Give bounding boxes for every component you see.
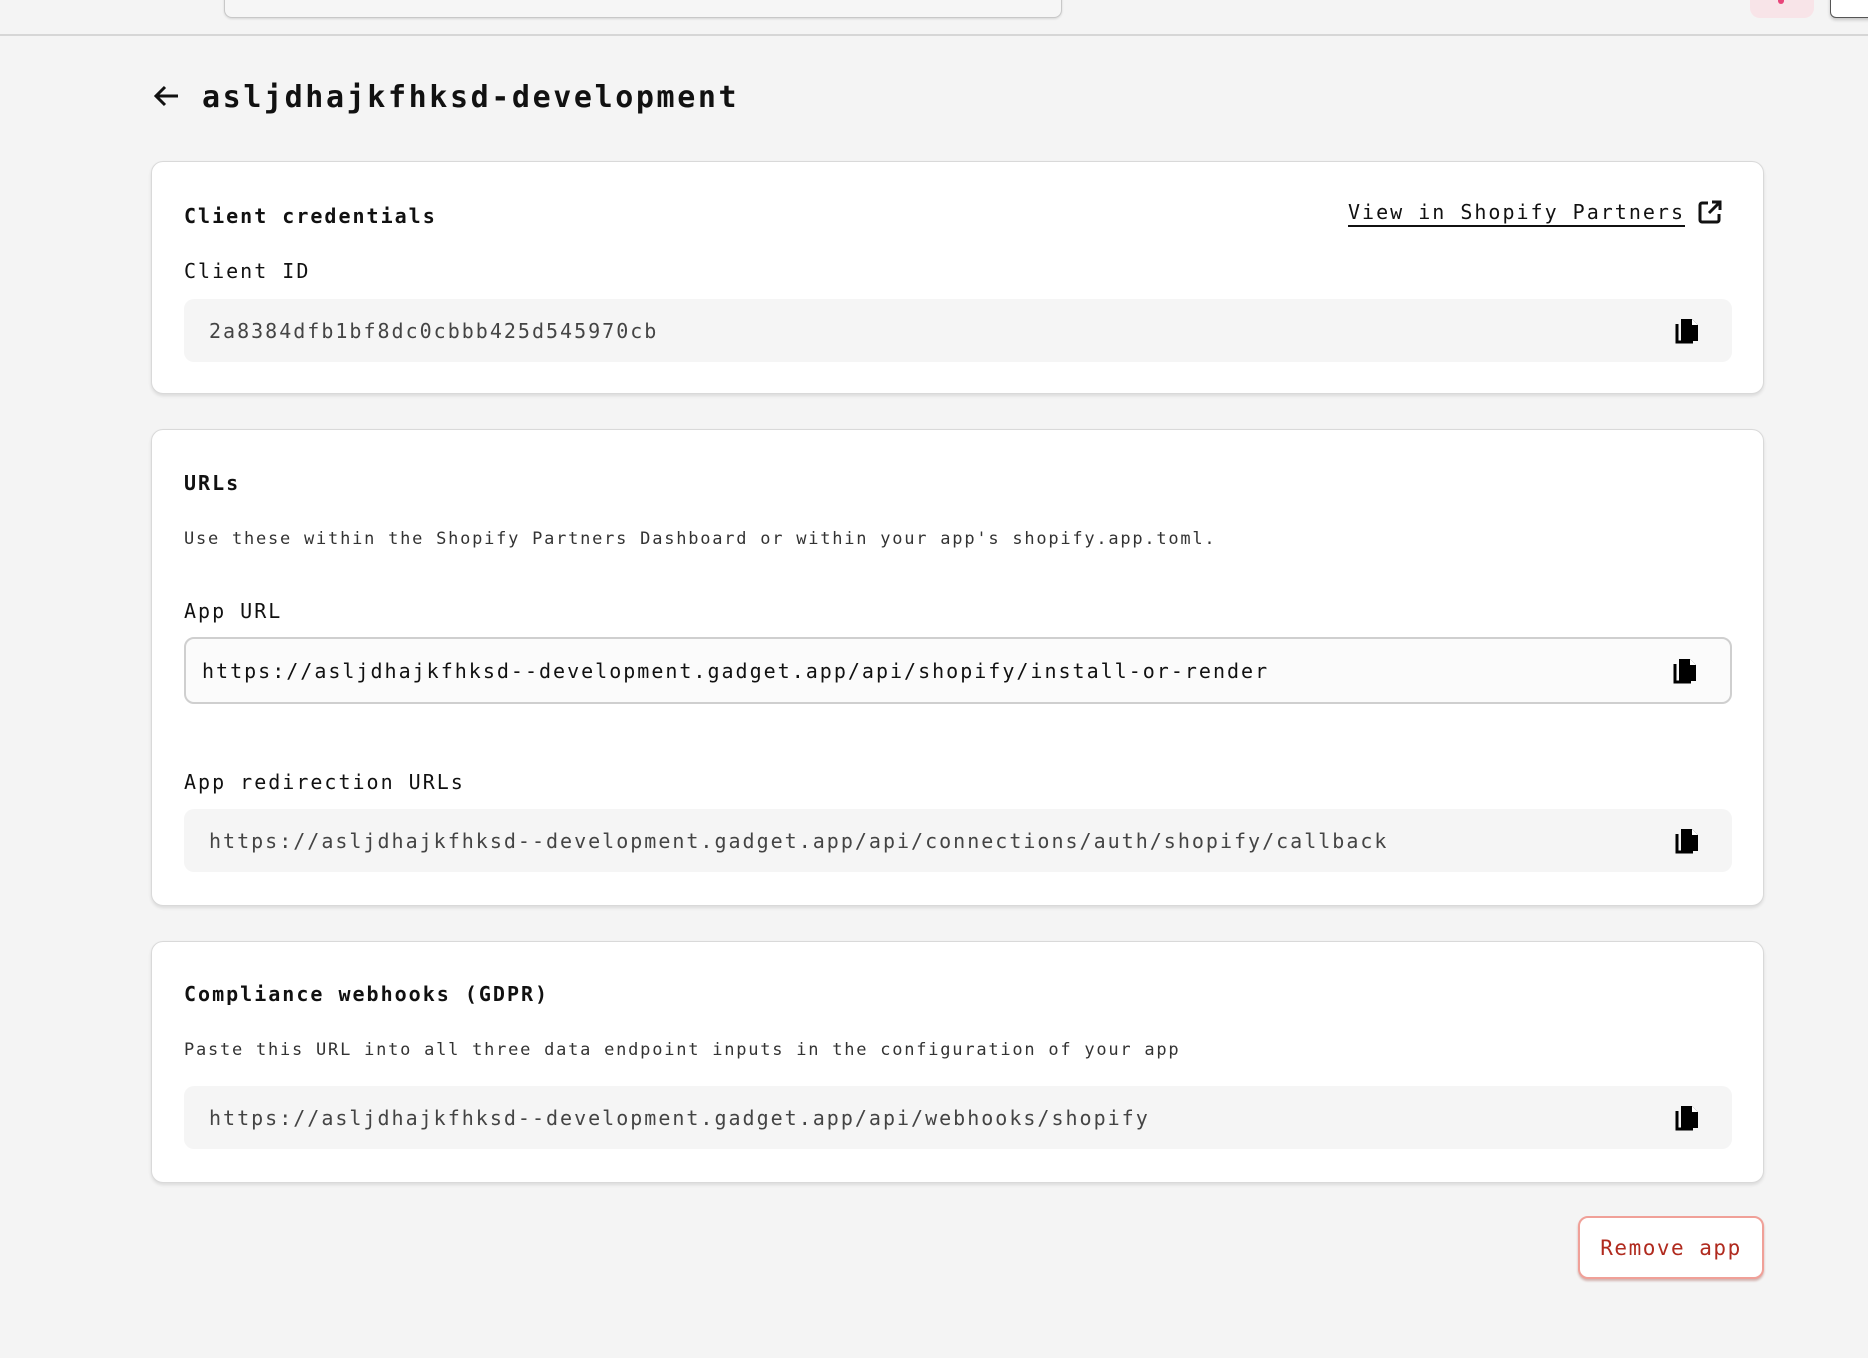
copy-icon[interactable]: [1674, 827, 1700, 855]
card-heading: Client credentials: [184, 204, 437, 228]
copy-icon[interactable]: [1672, 657, 1698, 685]
card-heading: Compliance webhooks (GDPR): [184, 982, 550, 1006]
copy-icon[interactable]: [1674, 317, 1700, 345]
client-id-label: Client ID: [184, 259, 311, 283]
redirect-url-value: https://asljdhajkfhksd--development.gadg…: [209, 828, 1389, 853]
header-button[interactable]: [1830, 0, 1868, 18]
page-title: asljdhajkfhksd-development: [202, 80, 740, 115]
remove-app-button[interactable]: Remove app: [1578, 1216, 1764, 1279]
urls-card: URLs Use these within the Shopify Partne…: [151, 429, 1764, 906]
external-link-icon: [1698, 200, 1722, 224]
link-label: View in Shopify Partners: [1348, 200, 1685, 224]
view-in-partners-link[interactable]: View in Shopify Partners: [1348, 198, 1723, 226]
client-id-field: 2a8384dfb1bf8dc0cbbb425d545970cb: [184, 299, 1732, 362]
search-bar[interactable]: [224, 0, 1062, 18]
compliance-webhooks-card: Compliance webhooks (GDPR) Paste this UR…: [151, 941, 1764, 1183]
app-url-field[interactable]: https://asljdhajkfhksd--development.gadg…: [184, 637, 1732, 704]
compliance-description: Paste this URL into all three data endpo…: [184, 1040, 1181, 1060]
webhook-url-field: https://asljdhajkfhksd--development.gadg…: [184, 1086, 1732, 1149]
redirect-url-field: https://asljdhajkfhksd--development.gadg…: [184, 809, 1732, 872]
copy-icon[interactable]: [1674, 1104, 1700, 1132]
redirect-urls-label: App redirection URLs: [184, 770, 465, 794]
client-id-value: 2a8384dfb1bf8dc0cbbb425d545970cb: [209, 318, 659, 343]
card-heading: URLs: [184, 471, 241, 495]
urls-description: Use these within the Shopify Partners Da…: [184, 529, 1217, 549]
app-url-value: https://asljdhajkfhksd--development.gadg…: [202, 658, 1270, 683]
webhook-url-value: https://asljdhajkfhksd--development.gadg…: [209, 1105, 1150, 1130]
app-url-label: App URL: [184, 599, 283, 623]
back-arrow-icon[interactable]: [150, 80, 182, 112]
header-divider: [0, 34, 1868, 36]
client-credentials-card: Client credentials View in Shopify Partn…: [151, 161, 1764, 394]
status-button[interactable]: [1750, 0, 1814, 18]
